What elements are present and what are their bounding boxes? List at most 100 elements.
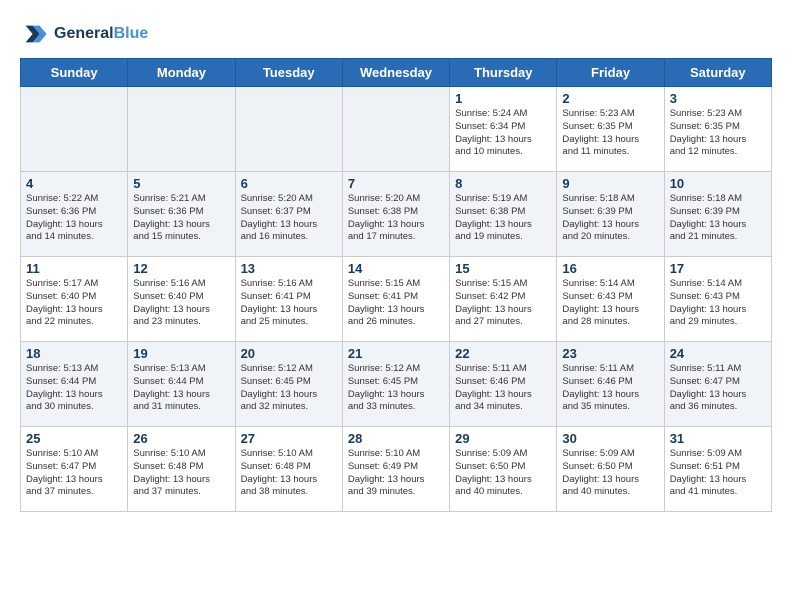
day-info: Sunrise: 5:17 AM Sunset: 6:40 PM Dayligh… [26, 278, 122, 329]
day-info: Sunrise: 5:16 AM Sunset: 6:40 PM Dayligh… [133, 278, 229, 329]
day-number: 31 [670, 431, 766, 446]
calendar-day-cell: 26 Sunrise: 5:10 AM Sunset: 6:48 PM Dayli… [128, 427, 235, 512]
day-info: Sunrise: 5:11 AM Sunset: 6:46 PM Dayligh… [562, 363, 658, 414]
calendar-day-cell: 10Sunrise: 5:18 AM Sunset: 6:39 PM Dayli… [664, 172, 771, 257]
calendar-day-cell: 8Sunrise: 5:19 AM Sunset: 6:38 PM Daylig… [450, 172, 557, 257]
logo-icon [20, 20, 48, 48]
weekday-header-cell: Thursday [450, 59, 557, 87]
day-info: Sunrise: 5:10 AM Sunset: 6:48 PM Dayligh… [133, 448, 229, 499]
calendar-day-cell: 22 Sunrise: 5:11 AM Sunset: 6:46 PM Dayli… [450, 342, 557, 427]
calendar-day-cell: 1 Sunrise: 5:24 AM Sunset: 6:34 PM Daylig… [450, 87, 557, 172]
day-number: 17 [670, 261, 766, 276]
day-info: Sunrise: 5:23 AM Sunset: 6:35 PM Dayligh… [670, 108, 766, 159]
day-number: 1 [455, 91, 551, 106]
day-number: 16 [562, 261, 658, 276]
calendar-day-cell: 30Sunrise: 5:09 AM Sunset: 6:50 PM Dayli… [557, 427, 664, 512]
day-info: Sunrise: 5:11 AM Sunset: 6:47 PM Dayligh… [670, 363, 766, 414]
calendar-day-cell: 28Sunrise: 5:10 AM Sunset: 6:49 PM Dayli… [342, 427, 449, 512]
calendar-day-cell: 5 Sunrise: 5:21 AM Sunset: 6:36 PM Daylig… [128, 172, 235, 257]
day-number: 14 [348, 261, 444, 276]
day-info: Sunrise: 5:14 AM Sunset: 6:43 PM Dayligh… [562, 278, 658, 329]
calendar-day-cell: 12 Sunrise: 5:16 AM Sunset: 6:40 PM Dayli… [128, 257, 235, 342]
calendar-day-cell: 6 Sunrise: 5:20 AM Sunset: 6:37 PM Daylig… [235, 172, 342, 257]
day-number: 2 [562, 91, 658, 106]
day-number: 6 [241, 176, 337, 191]
day-info: Sunrise: 5:22 AM Sunset: 6:36 PM Dayligh… [26, 193, 122, 244]
day-number: 7 [348, 176, 444, 191]
day-info: Sunrise: 5:13 AM Sunset: 6:44 PM Dayligh… [26, 363, 122, 414]
calendar-day-cell: 11 Sunrise: 5:17 AM Sunset: 6:40 PM Dayli… [21, 257, 128, 342]
day-number: 23 [562, 346, 658, 361]
day-info: Sunrise: 5:11 AM Sunset: 6:46 PM Dayligh… [455, 363, 551, 414]
logo: GeneralBlue [20, 20, 148, 48]
calendar-day-cell [342, 87, 449, 172]
day-info: Sunrise: 5:18 AM Sunset: 6:39 PM Dayligh… [670, 193, 766, 244]
weekday-header-cell: Saturday [664, 59, 771, 87]
page-header: GeneralBlue [20, 20, 772, 48]
calendar-day-cell: 24 Sunrise: 5:11 AM Sunset: 6:47 PM Dayli… [664, 342, 771, 427]
logo-text: GeneralBlue [54, 25, 148, 43]
calendar-body: 1 Sunrise: 5:24 AM Sunset: 6:34 PM Daylig… [21, 87, 772, 512]
day-info: Sunrise: 5:09 AM Sunset: 6:51 PM Dayligh… [670, 448, 766, 499]
day-info: Sunrise: 5:23 AM Sunset: 6:35 PM Dayligh… [562, 108, 658, 159]
day-number: 9 [562, 176, 658, 191]
calendar-day-cell: 23 Sunrise: 5:11 AM Sunset: 6:46 PM Dayli… [557, 342, 664, 427]
weekday-header-cell: Monday [128, 59, 235, 87]
calendar-week-row: 18 Sunrise: 5:13 AM Sunset: 6:44 PM Dayli… [21, 342, 772, 427]
day-info: Sunrise: 5:20 AM Sunset: 6:38 PM Dayligh… [348, 193, 444, 244]
calendar-day-cell: 9 Sunrise: 5:18 AM Sunset: 6:39 PM Daylig… [557, 172, 664, 257]
day-info: Sunrise: 5:09 AM Sunset: 6:50 PM Dayligh… [562, 448, 658, 499]
day-info: Sunrise: 5:21 AM Sunset: 6:36 PM Dayligh… [133, 193, 229, 244]
day-number: 12 [133, 261, 229, 276]
day-number: 11 [26, 261, 122, 276]
weekday-header-cell: Tuesday [235, 59, 342, 87]
calendar-week-row: 11 Sunrise: 5:17 AM Sunset: 6:40 PM Dayli… [21, 257, 772, 342]
day-number: 21 [348, 346, 444, 361]
calendar-day-cell: 27Sunrise: 5:10 AM Sunset: 6:48 PM Dayli… [235, 427, 342, 512]
calendar-day-cell: 7 Sunrise: 5:20 AM Sunset: 6:38 PM Daylig… [342, 172, 449, 257]
day-number: 5 [133, 176, 229, 191]
day-info: Sunrise: 5:19 AM Sunset: 6:38 PM Dayligh… [455, 193, 551, 244]
calendar-day-cell [235, 87, 342, 172]
day-info: Sunrise: 5:12 AM Sunset: 6:45 PM Dayligh… [348, 363, 444, 414]
day-number: 20 [241, 346, 337, 361]
weekday-header-cell: Wednesday [342, 59, 449, 87]
day-number: 22 [455, 346, 551, 361]
day-number: 18 [26, 346, 122, 361]
day-info: Sunrise: 5:15 AM Sunset: 6:41 PM Dayligh… [348, 278, 444, 329]
day-number: 25 [26, 431, 122, 446]
day-number: 13 [241, 261, 337, 276]
day-info: Sunrise: 5:09 AM Sunset: 6:50 PM Dayligh… [455, 448, 551, 499]
day-info: Sunrise: 5:14 AM Sunset: 6:43 PM Dayligh… [670, 278, 766, 329]
day-number: 3 [670, 91, 766, 106]
weekday-header-cell: Friday [557, 59, 664, 87]
calendar-day-cell [21, 87, 128, 172]
day-info: Sunrise: 5:12 AM Sunset: 6:45 PM Dayligh… [241, 363, 337, 414]
day-number: 26 [133, 431, 229, 446]
day-number: 27 [241, 431, 337, 446]
day-number: 24 [670, 346, 766, 361]
calendar-day-cell: 3 Sunrise: 5:23 AM Sunset: 6:35 PM Daylig… [664, 87, 771, 172]
day-number: 28 [348, 431, 444, 446]
day-info: Sunrise: 5:13 AM Sunset: 6:44 PM Dayligh… [133, 363, 229, 414]
calendar-day-cell: 21 Sunrise: 5:12 AM Sunset: 6:45 PM Dayli… [342, 342, 449, 427]
calendar-day-cell: 14 Sunrise: 5:15 AM Sunset: 6:41 PM Dayli… [342, 257, 449, 342]
day-info: Sunrise: 5:24 AM Sunset: 6:34 PM Dayligh… [455, 108, 551, 159]
calendar-day-cell: 15Sunrise: 5:15 AM Sunset: 6:42 PM Dayli… [450, 257, 557, 342]
calendar-week-row: 4 Sunrise: 5:22 AM Sunset: 6:36 PM Daylig… [21, 172, 772, 257]
weekday-header-row: SundayMondayTuesdayWednesdayThursdayFrid… [21, 59, 772, 87]
calendar-day-cell: 2 Sunrise: 5:23 AM Sunset: 6:35 PM Daylig… [557, 87, 664, 172]
calendar-day-cell: 18 Sunrise: 5:13 AM Sunset: 6:44 PM Dayli… [21, 342, 128, 427]
calendar-day-cell: 31 Sunrise: 5:09 AM Sunset: 6:51 PM Dayli… [664, 427, 771, 512]
day-info: Sunrise: 5:15 AM Sunset: 6:42 PM Dayligh… [455, 278, 551, 329]
calendar-day-cell: 13Sunrise: 5:16 AM Sunset: 6:41 PM Dayli… [235, 257, 342, 342]
day-info: Sunrise: 5:10 AM Sunset: 6:47 PM Dayligh… [26, 448, 122, 499]
calendar-week-row: 25 Sunrise: 5:10 AM Sunset: 6:47 PM Dayli… [21, 427, 772, 512]
day-number: 4 [26, 176, 122, 191]
calendar-week-row: 1 Sunrise: 5:24 AM Sunset: 6:34 PM Daylig… [21, 87, 772, 172]
calendar-day-cell: 20 Sunrise: 5:12 AM Sunset: 6:45 PM Dayli… [235, 342, 342, 427]
calendar-day-cell: 16 Sunrise: 5:14 AM Sunset: 6:43 PM Dayli… [557, 257, 664, 342]
day-number: 19 [133, 346, 229, 361]
day-info: Sunrise: 5:18 AM Sunset: 6:39 PM Dayligh… [562, 193, 658, 244]
day-info: Sunrise: 5:20 AM Sunset: 6:37 PM Dayligh… [241, 193, 337, 244]
